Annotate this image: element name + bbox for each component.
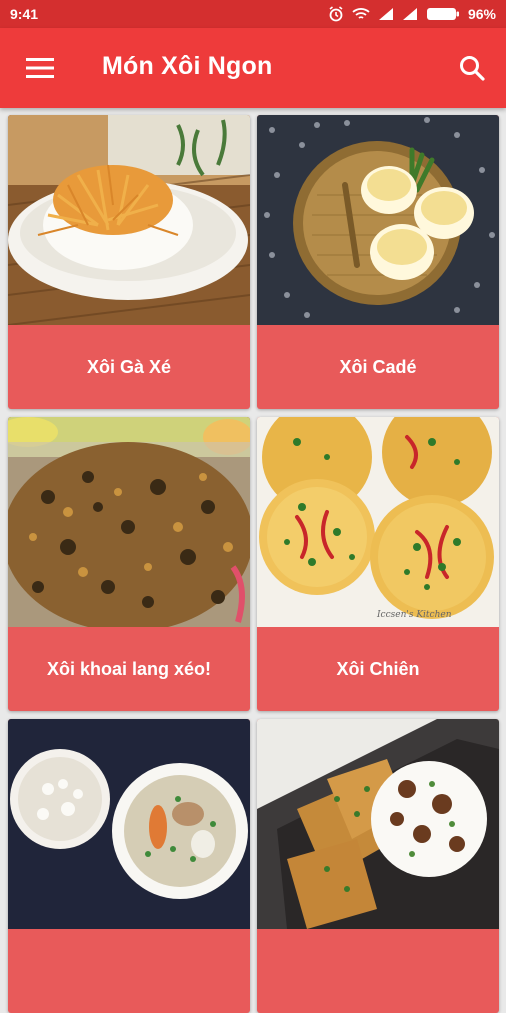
recipe-name: Xôi Cadé: [339, 356, 417, 377]
status-time: 9:41: [10, 6, 39, 22]
recipe-card-xoi-ga-xe[interactable]: Xôi Gà Xé: [8, 115, 250, 409]
battery-level: 96%: [467, 6, 496, 22]
recipe-card-xoi-cade[interactable]: Xôi Cadé: [257, 115, 499, 409]
recipe-name: Xôi khoai lang xéo!: [46, 658, 212, 679]
alarm-icon: [329, 6, 343, 22]
recipe-name: Xôi Gà Xé: [86, 356, 172, 377]
wifi-icon: [352, 8, 370, 19]
recipe-image: [8, 115, 250, 325]
signal-icon: [402, 8, 417, 20]
menu-button[interactable]: [22, 50, 58, 86]
recipe-image: [257, 719, 499, 929]
recipe-name: Xôi Chiên: [336, 658, 420, 679]
app-title: Món Xôi Ngon: [102, 52, 273, 80]
status-bar: 9:41 96%: [0, 0, 506, 28]
search-icon: [460, 56, 485, 81]
recipe-image: [8, 719, 250, 929]
recipe-card[interactable]: [257, 719, 499, 1013]
svg-text:Iccsen's Kitchen: Iccsen's Kitchen: [376, 610, 452, 620]
signal-icon: [378, 8, 393, 20]
hamburger-menu-icon: [26, 58, 54, 78]
recipe-card-xoi-chien[interactable]: Iccsen's Kitchen Xôi Chiên: [257, 417, 499, 711]
battery-icon: [426, 8, 459, 20]
recipe-image: Iccsen's Kitchen: [257, 417, 499, 627]
recipe-card-xoi-khoai-lang-xeo[interactable]: Xôi khoai lang xéo!: [8, 417, 250, 711]
app-bar: Món Xôi Ngon: [0, 28, 506, 108]
recipe-image: [257, 115, 499, 325]
recipe-image: [8, 417, 250, 627]
status-icons: 96%: [328, 6, 496, 22]
recipe-card[interactable]: [8, 719, 250, 1013]
search-button[interactable]: [452, 50, 492, 86]
